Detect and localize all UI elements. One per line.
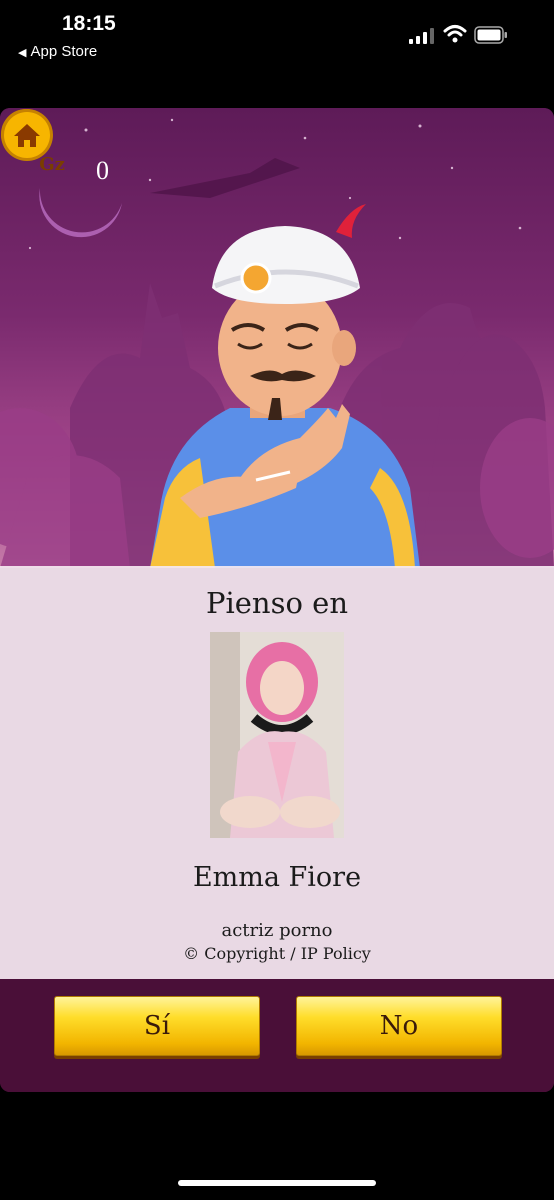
back-label: App Store	[30, 43, 98, 60]
yes-button[interactable]: Sí	[54, 996, 260, 1056]
character-photo	[210, 632, 344, 838]
copyright-link[interactable]: © Copyright / IP Policy	[0, 944, 554, 963]
character-name: Emma Fiore	[192, 862, 362, 893]
result-heading: Pienso en	[205, 586, 349, 620]
character-description: actriz porno	[221, 920, 333, 941]
wifi-icon	[443, 25, 467, 43]
back-to-app-store-link[interactable]: ◀ App Store	[18, 43, 97, 60]
answer-bar: Sí No	[0, 979, 554, 1092]
signal-icon	[409, 28, 434, 44]
coin-count: 0	[96, 156, 109, 185]
no-button[interactable]: No	[296, 996, 502, 1056]
akinator-scene: Gz 0	[0, 108, 554, 568]
game-screen: Gz 0 Pienso en Emma Fiore actriz porno ©…	[0, 108, 554, 1092]
battery-icon	[474, 26, 507, 44]
back-triangle-icon: ◀	[18, 47, 27, 59]
home-button[interactable]	[0, 108, 54, 162]
result-panel: Pienso en Emma Fiore actriz porno © Copy…	[0, 566, 554, 979]
status-time: 18:15	[62, 12, 116, 35]
status-bar: 18:15 ◀ App Store	[0, 0, 554, 80]
scene-illustration	[0, 118, 554, 568]
home-indicator[interactable]	[178, 1180, 376, 1186]
